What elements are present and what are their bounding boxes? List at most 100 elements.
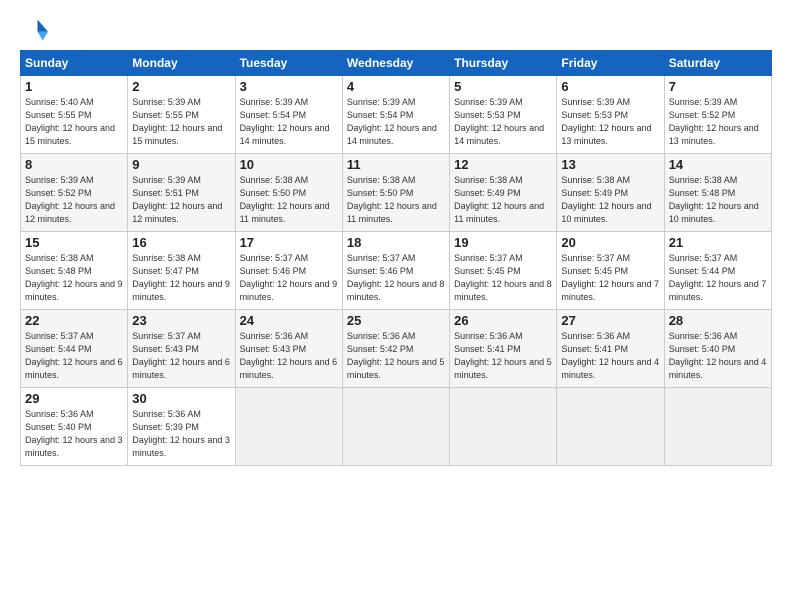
day-number: 29 [25,391,123,406]
header [20,16,772,44]
calendar-cell: 27 Sunrise: 5:36 AMSunset: 5:41 PMDayligh… [557,310,664,388]
calendar-week-row: 15Sunrise: 5:38 AMSunset: 5:48 PMDayligh… [21,232,772,310]
day-detail: Sunrise: 5:38 AMSunset: 5:48 PMDaylight:… [669,174,767,226]
day-detail: Sunrise: 5:36 AMSunset: 5:39 PMDaylight:… [132,408,230,460]
calendar-cell: 3Sunrise: 5:39 AMSunset: 5:54 PMDaylight… [235,76,342,154]
day-detail: Sunrise: 5:36 AMSunset: 5:43 PMDaylight:… [240,330,338,382]
calendar-cell [235,388,342,466]
calendar-cell: 12 Sunrise: 5:38 AMSunset: 5:49 PMDayligh… [450,154,557,232]
calendar-cell: 2 Sunrise: 5:39 AMSunset: 5:55 PMDaylight… [128,76,235,154]
calendar-cell: 6Sunrise: 5:39 AMSunset: 5:53 PMDaylight… [557,76,664,154]
weekday-header-row: SundayMondayTuesdayWednesdayThursdayFrid… [21,51,772,76]
calendar-body: 1 Sunrise: 5:40 AMSunset: 5:55 PMDaylight… [21,76,772,466]
day-number: 28 [669,313,767,328]
day-detail: Sunrise: 5:36 AMSunset: 5:42 PMDaylight:… [347,330,445,382]
day-number: 4 [347,79,445,94]
calendar-week-row: 29 Sunrise: 5:36 AMSunset: 5:40 PMDayligh… [21,388,772,466]
day-number: 21 [669,235,767,250]
weekday-header: Sunday [21,51,128,76]
day-detail: Sunrise: 5:37 AMSunset: 5:43 PMDaylight:… [132,330,230,382]
day-number: 27 [561,313,659,328]
day-detail: Sunrise: 5:38 AMSunset: 5:49 PMDaylight:… [454,174,552,226]
weekday-header: Friday [557,51,664,76]
day-detail: Sunrise: 5:38 AMSunset: 5:50 PMDaylight:… [347,174,445,226]
day-number: 1 [25,79,123,94]
calendar-cell: 9 Sunrise: 5:39 AMSunset: 5:51 PMDaylight… [128,154,235,232]
calendar-cell: 19 Sunrise: 5:37 AMSunset: 5:45 PMDayligh… [450,232,557,310]
calendar-cell: 25 Sunrise: 5:36 AMSunset: 5:42 PMDayligh… [342,310,449,388]
day-detail: Sunrise: 5:36 AMSunset: 5:41 PMDaylight:… [561,330,659,382]
day-detail: Sunrise: 5:37 AMSunset: 5:45 PMDaylight:… [561,252,659,304]
calendar-cell: 21 Sunrise: 5:37 AMSunset: 5:44 PMDayligh… [664,232,771,310]
day-detail: Sunrise: 5:37 AMSunset: 5:45 PMDaylight:… [454,252,552,304]
day-detail: Sunrise: 5:39 AMSunset: 5:54 PMDaylight:… [347,96,445,148]
day-number: 2 [132,79,230,94]
calendar-cell [450,388,557,466]
calendar-cell: 13 Sunrise: 5:38 AMSunset: 5:49 PMDayligh… [557,154,664,232]
weekday-header: Wednesday [342,51,449,76]
weekday-header: Saturday [664,51,771,76]
day-detail: Sunrise: 5:39 AMSunset: 5:55 PMDaylight:… [132,96,230,148]
calendar-cell: 22Sunrise: 5:37 AMSunset: 5:44 PMDayligh… [21,310,128,388]
day-number: 10 [240,157,338,172]
day-detail: Sunrise: 5:38 AMSunset: 5:50 PMDaylight:… [240,174,338,226]
day-detail: Sunrise: 5:39 AMSunset: 5:53 PMDaylight:… [454,96,552,148]
day-number: 16 [132,235,230,250]
calendar-cell: 8Sunrise: 5:39 AMSunset: 5:52 PMDaylight… [21,154,128,232]
day-detail: Sunrise: 5:37 AMSunset: 5:44 PMDaylight:… [669,252,767,304]
day-detail: Sunrise: 5:39 AMSunset: 5:51 PMDaylight:… [132,174,230,226]
calendar-cell: 24 Sunrise: 5:36 AMSunset: 5:43 PMDayligh… [235,310,342,388]
calendar-cell [342,388,449,466]
day-detail: Sunrise: 5:38 AMSunset: 5:49 PMDaylight:… [561,174,659,226]
calendar-table: SundayMondayTuesdayWednesdayThursdayFrid… [20,50,772,466]
calendar-cell: 16 Sunrise: 5:38 AMSunset: 5:47 PMDayligh… [128,232,235,310]
day-number: 18 [347,235,445,250]
day-detail: Sunrise: 5:37 AMSunset: 5:46 PMDaylight:… [240,252,338,304]
calendar-cell: 30Sunrise: 5:36 AMSunset: 5:39 PMDayligh… [128,388,235,466]
day-detail: Sunrise: 5:39 AMSunset: 5:53 PMDaylight:… [561,96,659,148]
day-detail: Sunrise: 5:40 AMSunset: 5:55 PMDaylight:… [25,96,123,148]
day-detail: Sunrise: 5:37 AMSunset: 5:46 PMDaylight:… [347,252,445,304]
calendar-cell: 18 Sunrise: 5:37 AMSunset: 5:46 PMDayligh… [342,232,449,310]
calendar-cell: 4 Sunrise: 5:39 AMSunset: 5:54 PMDaylight… [342,76,449,154]
day-detail: Sunrise: 5:39 AMSunset: 5:52 PMDaylight:… [25,174,123,226]
day-number: 7 [669,79,767,94]
day-number: 25 [347,313,445,328]
calendar-week-row: 8Sunrise: 5:39 AMSunset: 5:52 PMDaylight… [21,154,772,232]
day-detail: Sunrise: 5:38 AMSunset: 5:48 PMDaylight:… [25,252,123,304]
day-number: 3 [240,79,338,94]
calendar-cell: 15Sunrise: 5:38 AMSunset: 5:48 PMDayligh… [21,232,128,310]
calendar-cell: 14 Sunrise: 5:38 AMSunset: 5:48 PMDayligh… [664,154,771,232]
calendar-cell [557,388,664,466]
day-number: 24 [240,313,338,328]
weekday-header: Thursday [450,51,557,76]
calendar-cell: 26Sunrise: 5:36 AMSunset: 5:41 PMDayligh… [450,310,557,388]
day-number: 12 [454,157,552,172]
day-detail: Sunrise: 5:39 AMSunset: 5:52 PMDaylight:… [669,96,767,148]
day-number: 13 [561,157,659,172]
calendar-cell: 23 Sunrise: 5:37 AMSunset: 5:43 PMDayligh… [128,310,235,388]
calendar-header: SundayMondayTuesdayWednesdayThursdayFrid… [21,51,772,76]
logo [20,16,52,44]
day-detail: Sunrise: 5:36 AMSunset: 5:40 PMDaylight:… [25,408,123,460]
day-number: 19 [454,235,552,250]
day-number: 20 [561,235,659,250]
day-number: 14 [669,157,767,172]
calendar-cell [664,388,771,466]
calendar-cell: 29 Sunrise: 5:36 AMSunset: 5:40 PMDayligh… [21,388,128,466]
day-number: 5 [454,79,552,94]
day-number: 23 [132,313,230,328]
weekday-header: Monday [128,51,235,76]
day-number: 9 [132,157,230,172]
page-container: SundayMondayTuesdayWednesdayThursdayFrid… [0,0,792,476]
day-number: 22 [25,313,123,328]
day-detail: Sunrise: 5:38 AMSunset: 5:47 PMDaylight:… [132,252,230,304]
day-number: 17 [240,235,338,250]
weekday-header: Tuesday [235,51,342,76]
calendar-cell: 7 Sunrise: 5:39 AMSunset: 5:52 PMDaylight… [664,76,771,154]
calendar-cell: 5 Sunrise: 5:39 AMSunset: 5:53 PMDaylight… [450,76,557,154]
calendar-week-row: 22Sunrise: 5:37 AMSunset: 5:44 PMDayligh… [21,310,772,388]
calendar-cell: 11Sunrise: 5:38 AMSunset: 5:50 PMDayligh… [342,154,449,232]
calendar-cell: 10 Sunrise: 5:38 AMSunset: 5:50 PMDayligh… [235,154,342,232]
calendar-week-row: 1 Sunrise: 5:40 AMSunset: 5:55 PMDaylight… [21,76,772,154]
